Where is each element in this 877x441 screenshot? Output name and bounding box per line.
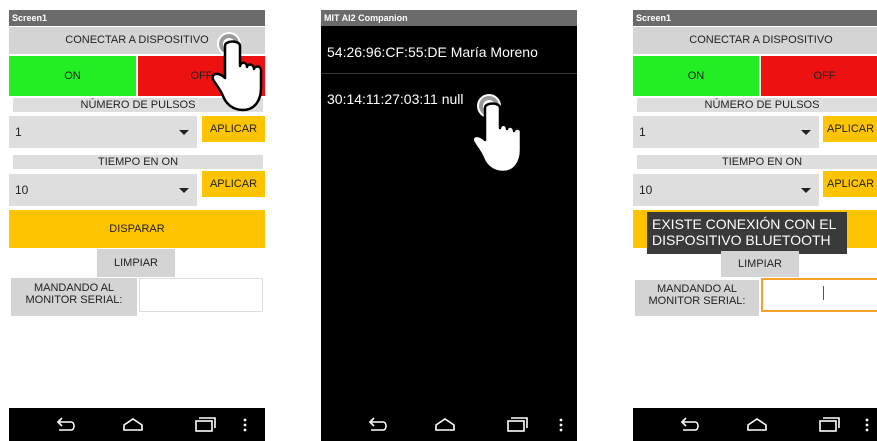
phone-screen-2: MIT AI2 Companion 54:26:96:CF:55:DE Marí… — [321, 10, 577, 441]
time-value: 10 — [639, 183, 653, 197]
dropdown-arrow-icon — [801, 130, 811, 135]
time-value: 10 — [15, 183, 29, 197]
phone-screen-1: Screen1 CONECTAR A DISPOSITIVO ON OFF NÚ… — [9, 10, 265, 441]
device-list-item[interactable]: 54:26:96:CF:55:DE María Moreno — [327, 44, 538, 60]
pulses-value: 1 — [15, 125, 22, 139]
nav-bar — [9, 408, 265, 441]
nav-bar — [633, 408, 877, 441]
app-title: MIT AI2 Companion — [321, 10, 577, 26]
dropdown-arrow-icon — [801, 188, 811, 193]
on-button[interactable]: ON — [633, 56, 759, 96]
text-cursor — [823, 286, 824, 300]
toast-message: EXISTE CONEXIÓN CON EL DISPOSITIVO BLUET… — [647, 212, 847, 254]
menu-icon[interactable] — [557, 414, 565, 436]
recents-icon[interactable] — [505, 414, 529, 436]
clear-button[interactable]: LIMPIAR — [97, 249, 175, 277]
apply-pulses-button[interactable]: APLICAR — [202, 116, 265, 142]
pulses-dropdown[interactable]: 1 — [9, 116, 197, 148]
touch-hand-icon — [471, 94, 523, 174]
nav-bar — [321, 408, 577, 441]
time-dropdown[interactable]: 10 — [9, 174, 197, 206]
apply-time-button[interactable]: APLICAR — [823, 171, 877, 197]
recents-icon[interactable] — [817, 414, 841, 436]
back-icon[interactable] — [365, 414, 389, 436]
serial-label: MANDANDO AL MONITOR SERIAL: — [635, 280, 759, 316]
device-list-item[interactable]: 30:14:11:27:03:11 null — [327, 91, 464, 107]
time-label: TIEMPO EN ON — [637, 155, 877, 169]
apply-pulses-button[interactable]: APLICAR — [823, 116, 877, 142]
home-icon[interactable] — [433, 414, 457, 436]
home-icon[interactable] — [121, 414, 145, 436]
app-title: Screen1 — [633, 10, 877, 26]
dropdown-arrow-icon — [179, 130, 189, 135]
clear-button[interactable]: LIMPIAR — [721, 251, 799, 277]
apply-time-button[interactable]: APLICAR — [202, 171, 265, 197]
pulses-label: NÚMERO DE PULSOS — [637, 98, 877, 112]
on-button[interactable]: ON — [9, 56, 136, 96]
fire-button[interactable]: DISPARAR — [9, 210, 265, 248]
menu-icon[interactable] — [863, 414, 871, 436]
touch-hand-icon — [211, 32, 263, 112]
back-icon[interactable] — [677, 414, 701, 436]
time-label: TIEMPO EN ON — [13, 155, 263, 169]
list-divider — [321, 73, 577, 74]
dropdown-arrow-icon — [179, 188, 189, 193]
serial-label: MANDANDO AL MONITOR SERIAL: — [11, 278, 137, 316]
serial-textbox[interactable] — [139, 278, 263, 312]
serial-textbox[interactable] — [761, 278, 877, 312]
back-icon[interactable] — [53, 414, 77, 436]
time-dropdown[interactable]: 10 — [633, 174, 819, 206]
home-icon[interactable] — [745, 414, 769, 436]
phone-screen-3: Screen1 CONECTAR A DISPOSITIVO ON OFF NÚ… — [633, 10, 877, 441]
app-title: Screen1 — [9, 10, 265, 26]
pulses-value: 1 — [639, 125, 646, 139]
menu-icon[interactable] — [241, 414, 249, 436]
connect-button[interactable]: CONECTAR A DISPOSITIVO — [633, 27, 877, 54]
off-button[interactable]: OFF — [761, 56, 877, 96]
recents-icon[interactable] — [193, 414, 217, 436]
pulses-dropdown[interactable]: 1 — [633, 116, 819, 148]
